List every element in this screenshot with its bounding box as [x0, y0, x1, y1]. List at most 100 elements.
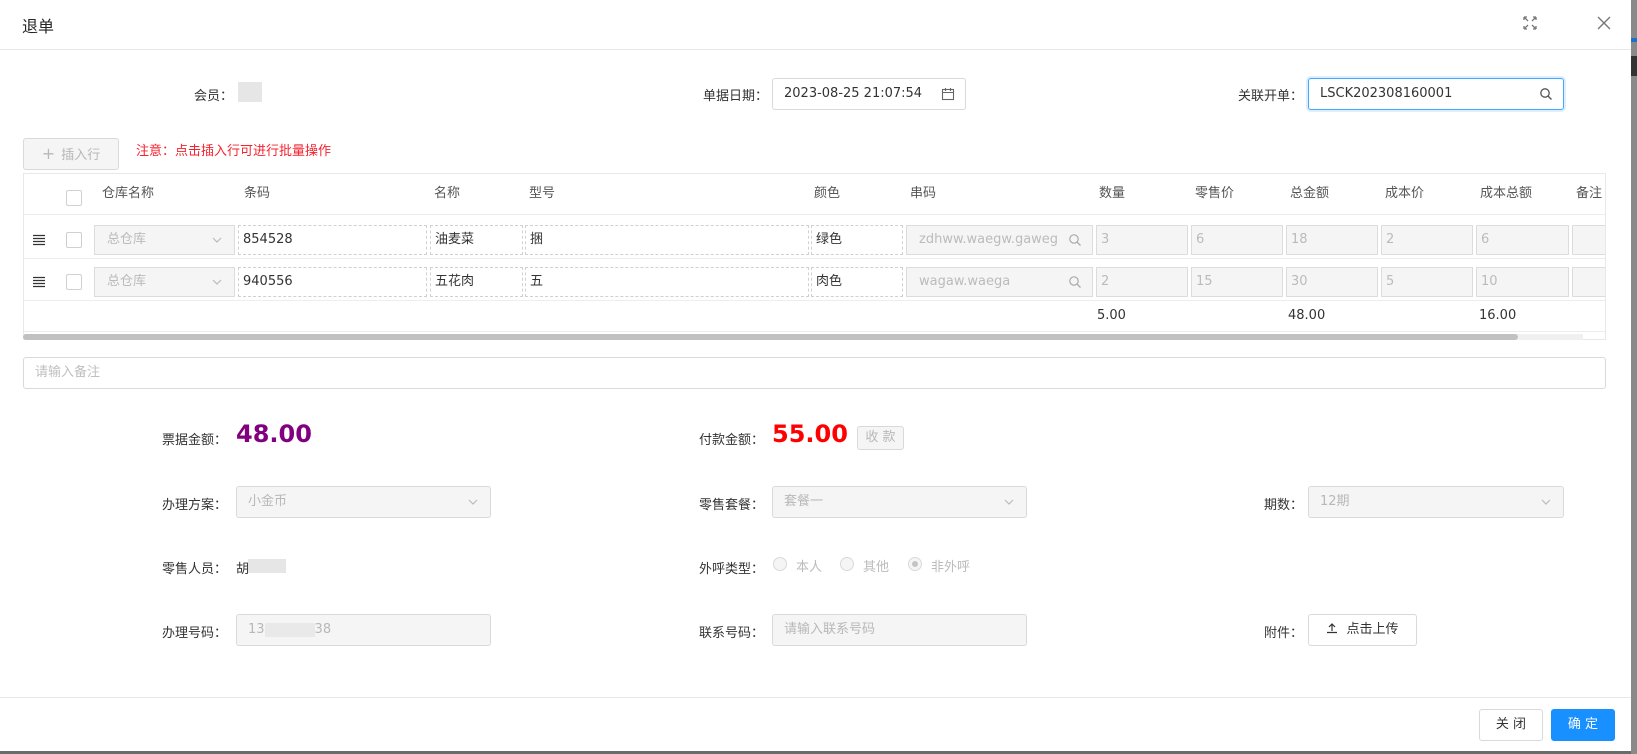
calendar-icon [941, 88, 955, 101]
remark-textarea[interactable]: 请输入备注 [23, 357, 1606, 389]
qty-cell[interactable]: 2 [1096, 267, 1188, 297]
date-value: 2023-08-25 21:07:54 [784, 86, 923, 101]
col-serial: 串码 [910, 186, 937, 201]
member-value-blurred [238, 82, 262, 102]
col-total: 总金额 [1290, 186, 1330, 201]
dialog-title: 退单 [22, 17, 55, 36]
col-model: 型号 [529, 186, 556, 201]
select-all-checkbox[interactable] [66, 190, 82, 206]
chevron-down-icon [1541, 499, 1551, 505]
remark-placeholder: 请输入备注 [35, 365, 101, 380]
cost-cell[interactable]: 2 [1381, 225, 1473, 255]
member-label: 会员： [194, 89, 234, 104]
period-label: 期数： [1264, 498, 1304, 513]
footer-divider [0, 697, 1631, 698]
header-divider [24, 214, 1605, 215]
bill-amount-label: 票据金额： [162, 433, 228, 448]
contact-number-label: 联系号码： [699, 626, 765, 641]
color-cell[interactable]: 绿色 [811, 225, 903, 255]
scrollbar-thumb[interactable] [23, 334, 1518, 340]
handle-number-blurred [264, 622, 315, 637]
related-order-input[interactable]: LSCK202308160001 [1308, 78, 1564, 110]
plus-icon: + [41, 144, 56, 163]
name-cell[interactable]: 五花肉 [430, 267, 523, 297]
drag-handle-icon[interactable] [32, 276, 46, 288]
total-cell[interactable]: 18 [1286, 225, 1378, 255]
date-picker[interactable]: 2023-08-25 21:07:54 [772, 78, 966, 110]
confirm-button[interactable]: 确 定 [1551, 709, 1615, 741]
pay-amount-value: 55.00 [772, 420, 848, 448]
cost-cell[interactable]: 5 [1381, 267, 1473, 297]
chevron-down-icon [1004, 499, 1014, 505]
contact-number-input[interactable]: 请输入联系号码 [772, 614, 1027, 646]
related-order-label: 关联开单： [1238, 89, 1304, 104]
upload-button[interactable]: 点击上传 [1308, 614, 1417, 646]
total-cell[interactable]: 30 [1286, 267, 1378, 297]
package-select[interactable]: 套餐一 [772, 486, 1027, 518]
background-dark-mark [1631, 56, 1637, 76]
plan-label: 办理方案： [162, 498, 228, 513]
cost-total-cell[interactable]: 10 [1476, 267, 1569, 297]
call-type-radio-other[interactable] [840, 557, 854, 571]
background-accent [1631, 38, 1637, 42]
call-type-label: 外呼类型： [699, 562, 765, 577]
period-select[interactable]: 12期 [1308, 486, 1564, 518]
serial-cell[interactable]: zdhww.waegw.gaweg [906, 225, 1093, 255]
goods-table: 仓库名称 条码 名称 型号 颜色 串码 数量 零售价 总金额 成本价 成本总额 … [23, 173, 1606, 340]
call-type-radio-self[interactable] [773, 557, 787, 571]
handle-number-suffix: 38 [314, 622, 332, 637]
handle-number-prefix: 13 [248, 622, 265, 637]
row-checkbox[interactable] [66, 232, 82, 248]
background-strip [1631, 0, 1637, 754]
insert-row-button[interactable]: + 插入行 [23, 138, 119, 170]
barcode-cell[interactable]: 940556 [238, 267, 427, 297]
col-qty: 数量 [1099, 186, 1126, 201]
table-horizontal-scrollbar[interactable] [23, 334, 1583, 340]
model-cell[interactable]: 捆 [525, 225, 809, 255]
row-checkbox[interactable] [66, 274, 82, 290]
col-retail-price: 零售价 [1195, 186, 1235, 201]
search-icon[interactable] [1068, 233, 1082, 247]
remark-cell[interactable] [1572, 267, 1605, 297]
row-divider [24, 300, 1605, 301]
barcode-cell[interactable]: 854528 [238, 225, 427, 255]
drag-handle-icon[interactable] [32, 234, 46, 246]
collect-button[interactable]: 收 款 [857, 426, 904, 450]
call-type-radio-none[interactable] [908, 557, 922, 571]
batch-notice: 注意：点击插入行可进行批量操作 [136, 144, 332, 159]
qty-cell[interactable]: 3 [1096, 225, 1188, 255]
price-cell[interactable]: 6 [1191, 225, 1283, 255]
attachment-label: 附件： [1264, 626, 1304, 641]
close-icon[interactable] [1593, 12, 1615, 34]
call-type-option-none: 非外呼 [931, 560, 971, 575]
serial-cell[interactable]: wagaw.waega [906, 267, 1093, 297]
col-barcode: 条码 [244, 186, 271, 201]
handle-number-input[interactable]: 13 38 [236, 614, 491, 646]
refund-dialog: 退单 会员： 单据日期： 2023-08-25 21:07:54 关联开单： L… [0, 0, 1631, 751]
color-cell[interactable]: 肉色 [811, 267, 903, 297]
cost-total-sum: 16.00 [1479, 308, 1517, 323]
name-cell[interactable]: 油麦菜 [430, 225, 523, 255]
fullscreen-icon[interactable] [1519, 12, 1541, 34]
model-cell[interactable]: 五 [525, 267, 809, 297]
close-button[interactable]: 关 闭 [1479, 709, 1543, 741]
col-remark: 备注 [1576, 186, 1603, 201]
price-cell[interactable]: 15 [1191, 267, 1283, 297]
cost-total-cell[interactable]: 6 [1476, 225, 1569, 255]
col-cost: 成本价 [1385, 186, 1425, 201]
warehouse-select[interactable]: 总仓库 [94, 267, 235, 297]
chevron-down-icon [212, 237, 222, 243]
warehouse-select[interactable]: 总仓库 [94, 225, 235, 255]
staff-name-blurred [248, 559, 286, 573]
plan-select[interactable]: 小金币 [236, 486, 491, 518]
qty-sum: 5.00 [1097, 308, 1126, 323]
search-icon[interactable] [1539, 87, 1553, 101]
upload-icon [1327, 623, 1338, 634]
contact-number-placeholder: 请输入联系号码 [784, 622, 876, 637]
remark-cell[interactable] [1572, 225, 1605, 255]
summary-divider [24, 331, 1605, 332]
handle-number-label: 办理号码： [162, 626, 228, 641]
search-icon[interactable] [1068, 275, 1082, 289]
call-type-option-other: 其他 [863, 560, 890, 575]
row-divider [24, 258, 1605, 259]
